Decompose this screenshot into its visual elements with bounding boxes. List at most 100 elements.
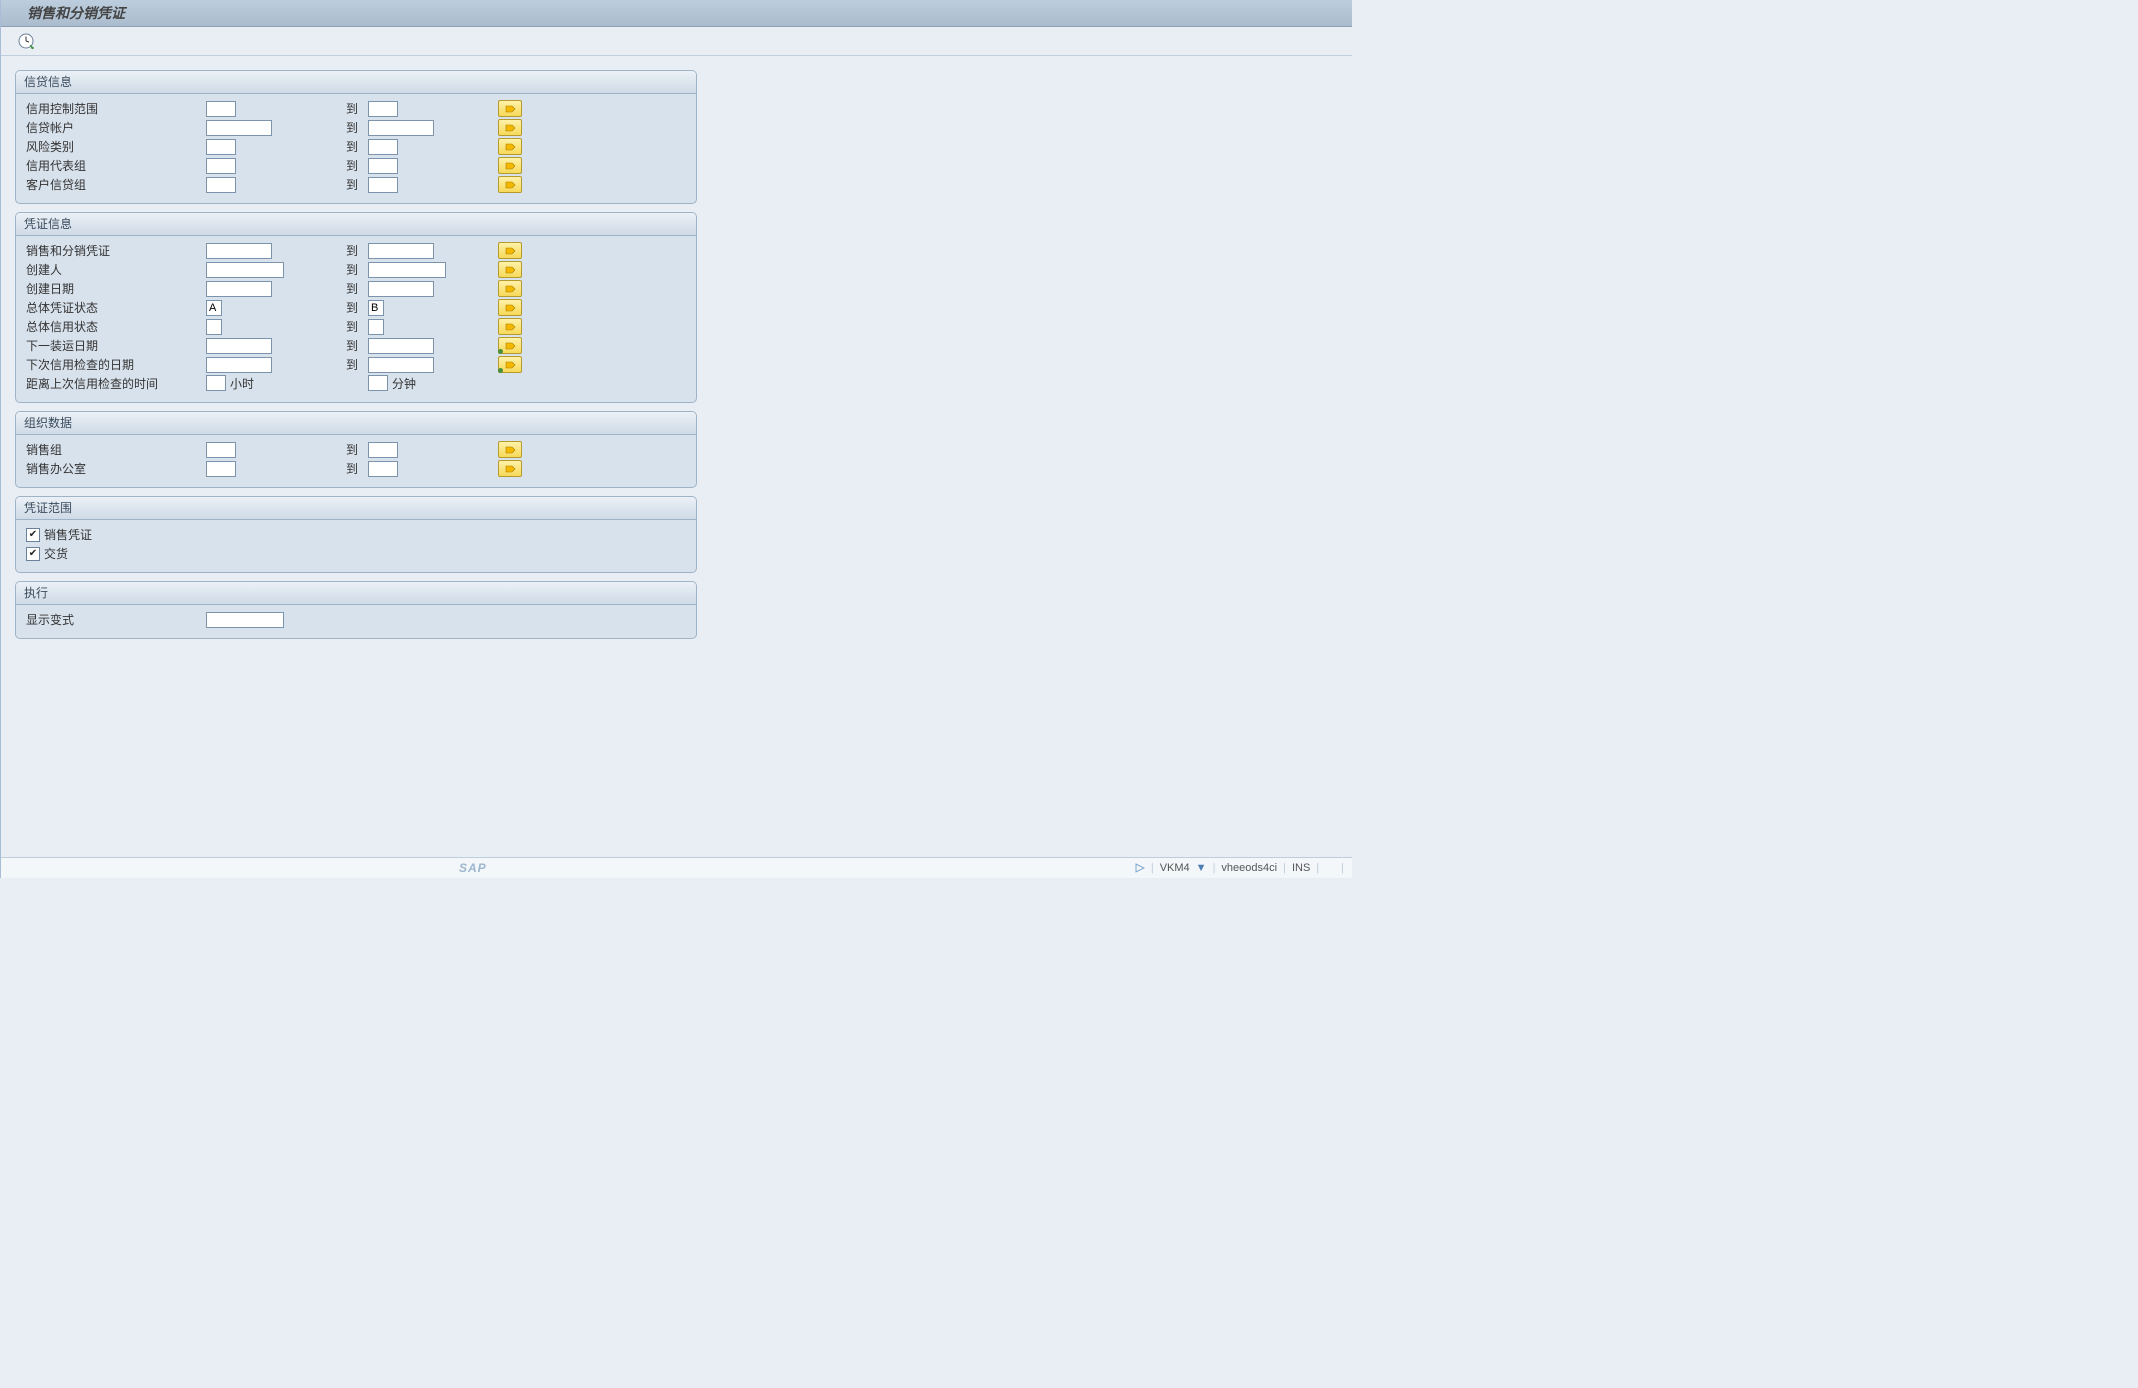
label: 销售组 (26, 441, 206, 458)
credit-control-area-from[interactable] (206, 101, 236, 117)
to-label: 到 (346, 242, 368, 259)
multi-select-icon[interactable] (498, 299, 522, 316)
row-credit-account: 信贷帐户 到 (26, 119, 688, 136)
multi-select-icon[interactable] (498, 100, 522, 117)
multi-select-icon[interactable] (498, 157, 522, 174)
multi-select-icon[interactable] (498, 337, 522, 354)
to-label: 到 (346, 280, 368, 297)
label: 销售办公室 (26, 460, 206, 477)
label: 风险类别 (26, 138, 206, 155)
next-ship-from[interactable] (206, 338, 272, 354)
row-create-date: 创建日期 到 (26, 280, 688, 297)
row-sales-office: 销售办公室 到 (26, 460, 688, 477)
minutes-input[interactable] (368, 375, 388, 391)
multi-select-icon[interactable] (498, 242, 522, 259)
page-title: 销售和分销凭证 (27, 3, 125, 23)
label: 总体凭证状态 (26, 299, 206, 316)
credit-status-from[interactable] (206, 319, 222, 335)
to-label: 到 (346, 119, 368, 136)
label: 下一装运日期 (26, 337, 206, 354)
row-time-since-last-check: 距离上次信用检查的时间 小时 分钟 (26, 375, 688, 392)
group-execute: 执行 显示变式 (15, 581, 697, 639)
checkbox-label: 交货 (44, 545, 68, 562)
execute-icon[interactable] (17, 32, 35, 50)
sales-group-from[interactable] (206, 442, 236, 458)
sd-doc-to[interactable] (368, 243, 434, 259)
group-title: 凭证信息 (16, 213, 696, 236)
insert-mode: INS (1292, 862, 1310, 874)
to-label: 到 (346, 318, 368, 335)
to-label: 到 (346, 356, 368, 373)
credit-status-to[interactable] (368, 319, 384, 335)
customer-credit-group-to[interactable] (368, 177, 398, 193)
titlebar: 销售和分销凭证 (1, 0, 1352, 27)
multi-select-icon[interactable] (498, 119, 522, 136)
window: 销售和分销凭证 信贷信息 信用控制范围 到 (0, 0, 1352, 878)
label: 信用控制范围 (26, 100, 206, 117)
group-title: 信贷信息 (16, 71, 696, 94)
minutes-label: 分钟 (392, 375, 416, 392)
label: 创建人 (26, 261, 206, 278)
hours-label: 小时 (230, 375, 254, 392)
row-risk-category: 风险类别 到 (26, 138, 688, 155)
multi-select-icon[interactable] (498, 460, 522, 477)
group-doc-scope: 凭证范围 ✔ 销售凭证 ✔ 交货 (15, 496, 697, 573)
create-date-to[interactable] (368, 281, 434, 297)
risk-category-to[interactable] (368, 139, 398, 155)
multi-select-icon[interactable] (498, 441, 522, 458)
credit-account-to[interactable] (368, 120, 434, 136)
row-sales-doc-checkbox: ✔ 销售凭证 (26, 526, 688, 543)
credit-control-area-to[interactable] (368, 101, 398, 117)
create-date-from[interactable] (206, 281, 272, 297)
sales-office-to[interactable] (368, 461, 398, 477)
row-credit-control-area: 信用控制范围 到 (26, 100, 688, 117)
display-variant-input[interactable] (206, 612, 284, 628)
sales-doc-checkbox[interactable]: ✔ (26, 528, 40, 542)
row-next-ship-date: 下一装运日期 到 (26, 337, 688, 354)
label: 客户信贷组 (26, 176, 206, 193)
group-credit-info: 信贷信息 信用控制范围 到 信贷帐户 到 风险类别 (15, 70, 697, 204)
credit-rep-group-from[interactable] (206, 158, 236, 174)
customer-credit-group-from[interactable] (206, 177, 236, 193)
dropdown-icon[interactable]: ▼ (1196, 862, 1207, 874)
row-overall-credit-status: 总体信用状态 到 (26, 318, 688, 335)
overall-status-from[interactable] (206, 300, 222, 316)
multi-select-icon[interactable] (498, 280, 522, 297)
risk-category-from[interactable] (206, 139, 236, 155)
session-icon[interactable] (1135, 863, 1145, 873)
sd-doc-from[interactable] (206, 243, 272, 259)
checkbox-label: 销售凭证 (44, 526, 92, 543)
creator-from[interactable] (206, 262, 284, 278)
sales-office-from[interactable] (206, 461, 236, 477)
to-label: 到 (346, 299, 368, 316)
next-check-from[interactable] (206, 357, 272, 373)
system-label: vheeods4ci (1221, 862, 1277, 874)
row-overall-doc-status: 总体凭证状态 到 (26, 299, 688, 316)
toolbar (1, 27, 1352, 56)
overall-status-to[interactable] (368, 300, 384, 316)
creator-to[interactable] (368, 262, 446, 278)
multi-select-icon[interactable] (498, 261, 522, 278)
to-label: 到 (346, 261, 368, 278)
next-ship-to[interactable] (368, 338, 434, 354)
next-check-to[interactable] (368, 357, 434, 373)
multi-select-icon[interactable] (498, 356, 522, 373)
label: 销售和分销凭证 (26, 242, 206, 259)
multi-select-icon[interactable] (498, 176, 522, 193)
delivery-checkbox[interactable]: ✔ (26, 547, 40, 561)
label: 总体信用状态 (26, 318, 206, 335)
label: 下次信用检查的日期 (26, 356, 206, 373)
multi-select-icon[interactable] (498, 318, 522, 335)
credit-account-from[interactable] (206, 120, 272, 136)
group-title: 执行 (16, 582, 696, 605)
group-doc-info: 凭证信息 销售和分销凭证 到 创建人 到 创建日期 (15, 212, 697, 403)
group-title: 组织数据 (16, 412, 696, 435)
credit-rep-group-to[interactable] (368, 158, 398, 174)
multi-select-icon[interactable] (498, 138, 522, 155)
sales-group-to[interactable] (368, 442, 398, 458)
hours-input[interactable] (206, 375, 226, 391)
to-label: 到 (346, 176, 368, 193)
group-title: 凭证范围 (16, 497, 696, 520)
to-label: 到 (346, 460, 368, 477)
row-next-credit-check: 下次信用检查的日期 到 (26, 356, 688, 373)
